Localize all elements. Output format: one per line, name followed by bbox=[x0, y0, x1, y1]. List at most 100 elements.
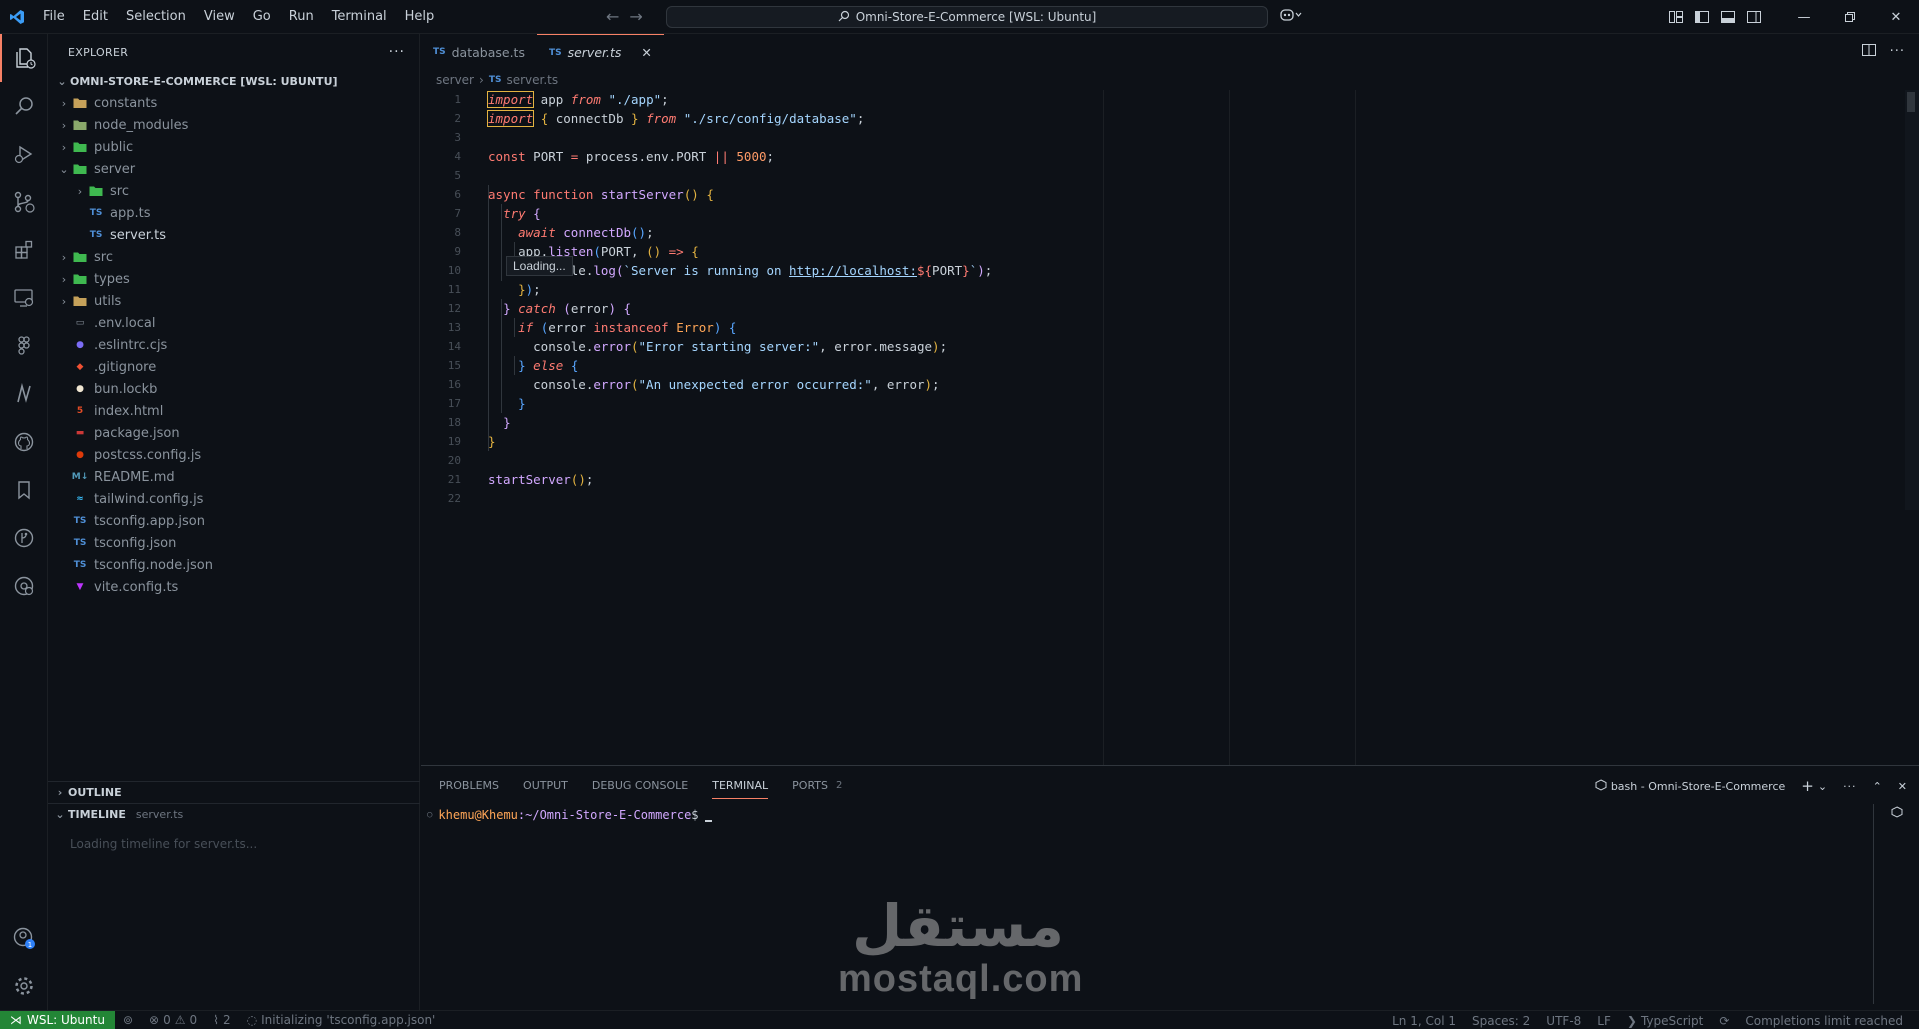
encoding[interactable]: UTF-8 bbox=[1538, 1014, 1589, 1028]
menu-help[interactable]: Help bbox=[396, 0, 444, 34]
toggle-primary-sidebar-icon[interactable] bbox=[1689, 7, 1715, 27]
file-item[interactable]: ● .eslintrc.cjs bbox=[48, 334, 419, 356]
menu-selection[interactable]: Selection bbox=[117, 0, 195, 34]
file-item[interactable]: ▭ .env.local bbox=[48, 312, 419, 334]
folder-item[interactable]: › types bbox=[48, 268, 419, 290]
manage-gear-icon[interactable] bbox=[0, 962, 48, 1010]
breadcrumb-file[interactable]: server.ts bbox=[506, 73, 558, 87]
extensions-icon[interactable] bbox=[0, 226, 48, 274]
remote-explorer-icon[interactable] bbox=[0, 274, 48, 322]
terminal-name[interactable]: bash - Omni-Store-E-Commerce bbox=[1611, 780, 1785, 793]
menu-run[interactable]: Run bbox=[280, 0, 323, 34]
file-item[interactable]: ● postcss.config.js bbox=[48, 444, 419, 466]
cursor-position[interactable]: Ln 1, Col 1 bbox=[1384, 1014, 1464, 1028]
folder-item[interactable]: ⌄ server bbox=[48, 158, 419, 180]
search-activity-icon[interactable] bbox=[0, 82, 48, 130]
folder-item[interactable]: › node_modules bbox=[48, 114, 419, 136]
file-item[interactable]: ◆ .gitignore bbox=[48, 356, 419, 378]
menu-file[interactable]: File bbox=[34, 0, 74, 34]
panel-tab-problems[interactable]: PROBLEMS bbox=[439, 779, 499, 792]
file-item[interactable]: ● bun.lockb bbox=[48, 378, 419, 400]
gitlens-icon[interactable] bbox=[0, 562, 48, 610]
menu-go[interactable]: Go bbox=[244, 0, 280, 34]
terminal-output[interactable]: ○ khemu@Khemu:~/Omni-Store-E-Commerce$ bbox=[427, 808, 712, 822]
git-graph-icon[interactable] bbox=[0, 514, 48, 562]
more-actions-icon[interactable]: ··· bbox=[389, 44, 405, 60]
forwarded-ports-status[interactable]: ⌇ 2 bbox=[205, 1013, 239, 1027]
terminal-dropdown-icon[interactable]: ⌄ bbox=[1818, 780, 1827, 793]
end-of-line[interactable]: LF bbox=[1589, 1014, 1619, 1028]
folder-item[interactable]: › src bbox=[48, 180, 419, 202]
source-control-icon[interactable] bbox=[0, 178, 48, 226]
copilot-status-icon[interactable]: ⟳ bbox=[1711, 1014, 1737, 1028]
loading-spinner-icon: ◌ bbox=[246, 1013, 258, 1027]
run-debug-icon[interactable] bbox=[0, 130, 48, 178]
completions-status[interactable]: Completions limit reached bbox=[1737, 1014, 1911, 1028]
file-item[interactable]: TS server.ts bbox=[48, 224, 419, 246]
chevron-down-icon: ⌄ bbox=[57, 74, 67, 88]
accounts-icon[interactable]: 1 bbox=[0, 914, 48, 962]
file-item[interactable]: ▬ package.json bbox=[48, 422, 419, 444]
close-window-icon[interactable]: ✕ bbox=[1873, 0, 1919, 34]
file-item[interactable]: 5 index.html bbox=[48, 400, 419, 422]
panel-tab-terminal[interactable]: TERMINAL bbox=[712, 779, 769, 799]
code-editor[interactable]: 1 import app from "./app"; 2 import { conn… bbox=[421, 90, 1919, 508]
tree-item-label: types bbox=[94, 271, 130, 287]
tab-server-ts[interactable]: TS server.ts ✕ bbox=[536, 34, 664, 70]
menu-terminal[interactable]: Terminal bbox=[323, 0, 396, 34]
forward-arrow-icon[interactable]: → bbox=[629, 0, 642, 34]
folder-item[interactable]: › src bbox=[48, 246, 419, 268]
toggle-panel-icon[interactable] bbox=[1715, 7, 1741, 27]
folder-item[interactable]: › public bbox=[48, 136, 419, 158]
bookmark-icon[interactable] bbox=[0, 466, 48, 514]
menu-view[interactable]: View bbox=[195, 0, 244, 34]
file-item[interactable]: TS tsconfig.json bbox=[48, 532, 419, 554]
breadcrumb-folder[interactable]: server bbox=[436, 73, 474, 87]
warning-icon: ⚠ bbox=[174, 1013, 186, 1027]
maximize-panel-icon[interactable]: ⌃ bbox=[1873, 780, 1882, 793]
remote-indicator[interactable]: ⋊ WSL: Ubuntu bbox=[0, 1010, 115, 1029]
ports-forward-icon[interactable]: ⊚ bbox=[115, 1013, 141, 1027]
svg-text:1: 1 bbox=[28, 941, 32, 949]
code-line: 19} bbox=[447, 434, 496, 449]
new-terminal-icon[interactable]: + bbox=[1801, 777, 1814, 795]
figma-icon[interactable] bbox=[0, 322, 48, 370]
panel-tab-ports[interactable]: PORTS bbox=[792, 779, 828, 792]
folder-item[interactable]: › utils bbox=[48, 290, 419, 312]
file-item[interactable]: TS tsconfig.app.json bbox=[48, 510, 419, 532]
language-mode[interactable]: ❯ TypeScript bbox=[1619, 1014, 1711, 1028]
minimize-icon[interactable]: — bbox=[1781, 0, 1827, 34]
copilot-icon[interactable] bbox=[1280, 8, 1302, 26]
terminal-bash-icon[interactable] bbox=[1891, 806, 1903, 822]
file-item[interactable]: TS tsconfig.node.json bbox=[48, 554, 419, 576]
panel-tab-debug-console[interactable]: DEBUG CONSOLE bbox=[592, 779, 688, 792]
file-item[interactable]: ≈ tailwind.config.js bbox=[48, 488, 419, 510]
mongodb-leaf-icon[interactable] bbox=[0, 370, 48, 418]
file-item[interactable]: M↓ README.md bbox=[48, 466, 419, 488]
close-panel-icon[interactable]: ✕ bbox=[1898, 780, 1907, 793]
file-item[interactable]: TS app.ts bbox=[48, 202, 419, 224]
tab-database-ts[interactable]: TS database.ts bbox=[421, 34, 537, 70]
split-editor-icon[interactable] bbox=[1861, 44, 1876, 60]
customize-layout-icon[interactable] bbox=[1663, 7, 1689, 27]
file-item[interactable]: ▼ vite.config.ts bbox=[48, 576, 419, 598]
chevron-down-icon: ⌄ bbox=[59, 162, 69, 176]
panel-more-icon[interactable]: ··· bbox=[1843, 780, 1857, 793]
menu-edit[interactable]: Edit bbox=[74, 0, 117, 34]
back-arrow-icon[interactable]: ← bbox=[606, 0, 619, 34]
close-tab-icon[interactable]: ✕ bbox=[641, 45, 651, 60]
explorer-root-folder[interactable]: ⌄ OMNI-STORE-E-COMMERCE [WSL: UBUNTU] bbox=[48, 70, 419, 92]
problems-status[interactable]: ⊗ 0 ⚠ 0 bbox=[141, 1013, 205, 1027]
panel-tab-output[interactable]: OUTPUT bbox=[523, 779, 568, 792]
editor-scrollbar[interactable] bbox=[1905, 90, 1919, 510]
timeline-section[interactable]: ⌄ TIMELINE server.ts bbox=[48, 803, 420, 825]
explorer-icon[interactable] bbox=[0, 34, 48, 82]
editor-more-actions-icon[interactable]: ··· bbox=[1890, 44, 1905, 60]
github-icon[interactable] bbox=[0, 418, 48, 466]
command-center[interactable]: Omni-Store-E-Commerce [WSL: Ubuntu] bbox=[666, 6, 1268, 28]
indentation[interactable]: Spaces: 2 bbox=[1464, 1014, 1538, 1028]
restore-icon[interactable] bbox=[1827, 0, 1873, 34]
folder-item[interactable]: › constants bbox=[48, 92, 419, 114]
toggle-secondary-sidebar-icon[interactable] bbox=[1741, 7, 1767, 27]
outline-section[interactable]: › OUTLINE bbox=[48, 781, 420, 803]
